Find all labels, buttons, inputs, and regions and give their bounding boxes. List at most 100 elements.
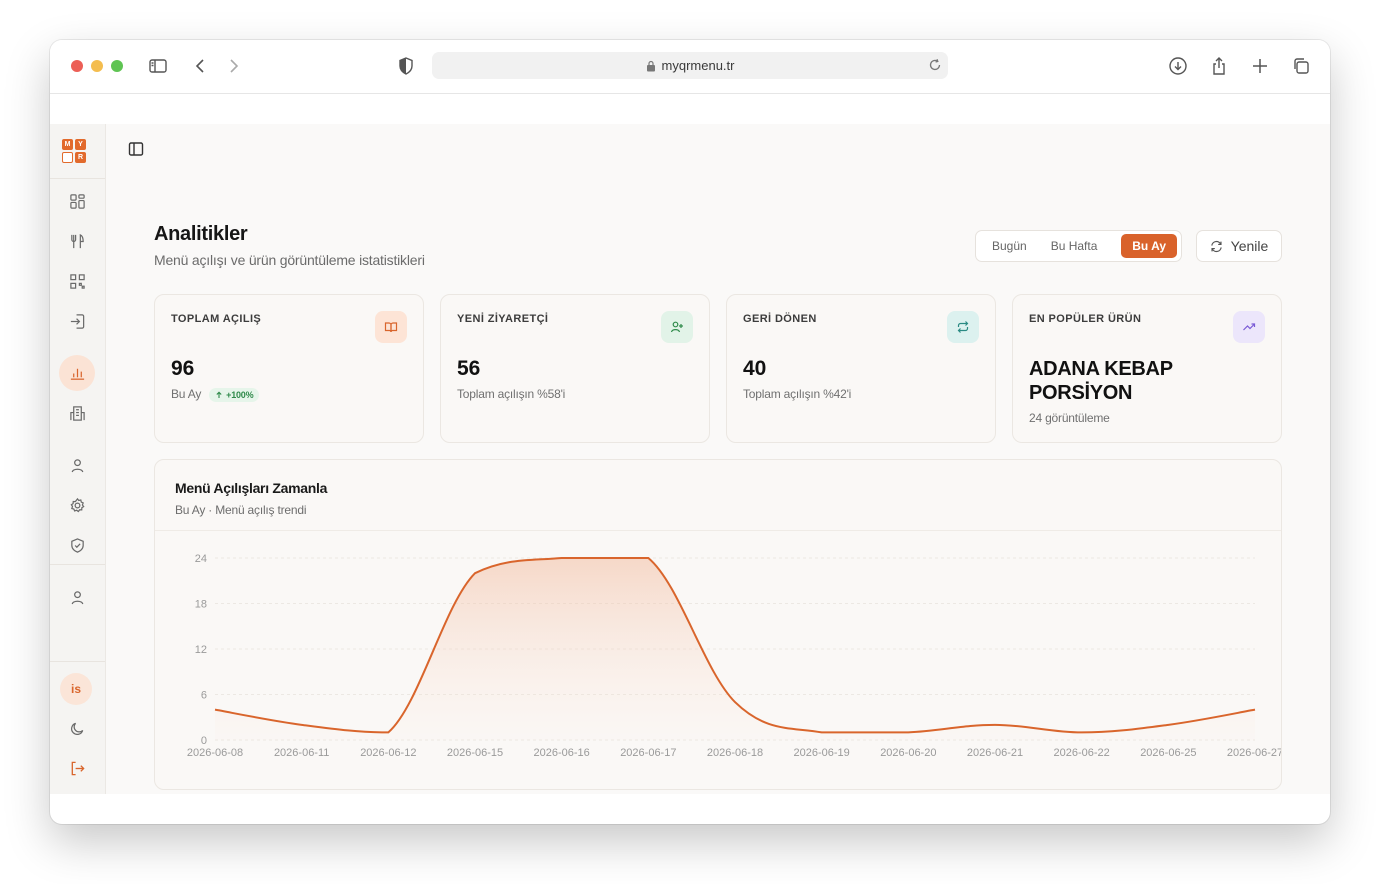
card-icon-box <box>375 311 407 343</box>
x-tick-label: 2026-06-12 <box>360 747 416 759</box>
sidebar-divider <box>50 564 105 565</box>
analytics-chart-icon <box>70 368 84 380</box>
sidebar-item-business[interactable] <box>59 395 95 431</box>
card-label: GERİ DÖNEN <box>743 313 817 325</box>
maximize-window-button[interactable] <box>111 60 123 72</box>
arrow-up-icon <box>216 391 222 398</box>
card-label: YENİ ZİYARETÇİ <box>457 313 549 325</box>
moon-icon <box>70 722 83 735</box>
sidebar-item-dashboard[interactable] <box>59 183 95 219</box>
tabs-overview-icon[interactable] <box>1291 56 1311 76</box>
sidebar-item-settings[interactable] <box>59 487 95 523</box>
chart-card: Menü Açılışları Zamanla Bu Ay · Menü açı… <box>154 459 1282 790</box>
collapse-sidebar-button[interactable] <box>127 140 145 158</box>
privacy-shield-icon[interactable] <box>396 56 416 76</box>
forward-icon[interactable] <box>223 56 243 76</box>
qr-code-icon <box>69 273 85 289</box>
dashboard-icon <box>69 193 85 209</box>
y-tick-label: 18 <box>195 599 207 611</box>
user-icon <box>71 458 83 472</box>
refresh-label: Yenile <box>1230 238 1269 254</box>
range-month-button[interactable]: Bu Ay <box>1121 234 1177 258</box>
close-window-button[interactable] <box>71 60 83 72</box>
download-icon[interactable] <box>1168 56 1188 76</box>
logout-button[interactable] <box>59 750 95 786</box>
sidebar-item-security[interactable] <box>59 527 95 563</box>
app-container: M Y R is Analitikler Menü açılışı ve ürü… <box>50 124 1330 794</box>
sidebar-toggle-icon[interactable] <box>148 56 168 76</box>
card-icon-box <box>661 311 693 343</box>
browser-window: myqrmenu.tr M Y R is Analitikler Menü aç… <box>50 40 1330 824</box>
logo-letter: R <box>75 152 86 163</box>
repeat-icon <box>957 321 969 333</box>
card-label: TOPLAM AÇILIŞ <box>171 313 262 325</box>
panel-left-icon <box>128 142 144 156</box>
logo[interactable]: M Y R <box>62 139 86 163</box>
chart-title: Menü Açılışları Zamanla <box>175 480 328 496</box>
page-subtitle: Menü açılışı ve ürün görüntüleme istatis… <box>154 252 425 268</box>
trending-up-icon <box>1243 323 1256 331</box>
x-tick-label: 2026-06-20 <box>880 747 936 759</box>
card-sub-label: Bu Ay <box>171 387 202 401</box>
card-icon-box <box>1233 311 1265 343</box>
sidebar-item-users[interactable] <box>59 447 95 483</box>
stat-card-total-opens: TOPLAM AÇILIŞ 96 Bu Ay +100% <box>154 294 424 443</box>
user-plus-icon <box>670 321 683 333</box>
chart-subtitle: Bu Ay · Menü açılış trendi <box>175 503 307 517</box>
refresh-button[interactable]: Yenile <box>1196 230 1282 262</box>
logo-letter <box>62 152 73 163</box>
theme-toggle[interactable] <box>59 710 95 746</box>
y-tick-label: 0 <box>201 735 207 747</box>
sidebar-item-import[interactable] <box>59 303 95 339</box>
profile-icon <box>71 590 83 604</box>
card-value: 40 <box>743 357 767 380</box>
new-tab-icon[interactable] <box>1250 56 1270 76</box>
sidebar-item-analytics[interactable] <box>59 355 95 391</box>
sidebar-item-profile[interactable] <box>59 579 95 615</box>
card-value: 96 <box>171 357 195 380</box>
lock-icon <box>646 60 655 71</box>
card-subtext: 24 görüntüleme <box>1029 411 1110 425</box>
book-open-icon <box>384 322 398 333</box>
card-label: EN POPÜLER ÜRÜN <box>1029 313 1142 325</box>
growth-badge: +100% <box>209 387 260 402</box>
x-tick-label: 2026-06-25 <box>1140 747 1196 759</box>
address-bar[interactable]: myqrmenu.tr <box>432 52 948 79</box>
sidebar-divider <box>50 661 105 662</box>
logout-icon <box>71 761 85 775</box>
x-tick-label: 2026-06-16 <box>534 747 590 759</box>
settings-gear-icon <box>70 497 85 512</box>
range-today-button[interactable]: Bugün <box>980 234 1039 258</box>
card-subtext: Bu Ay +100% <box>171 387 260 402</box>
badge-text: +100% <box>226 389 254 400</box>
x-tick-label: 2026-06-11 <box>274 747 329 759</box>
minimize-window-button[interactable] <box>91 60 103 72</box>
card-value: 56 <box>457 357 481 380</box>
page-title: Analitikler <box>154 223 248 245</box>
browser-toolbar: myqrmenu.tr <box>50 40 1330 94</box>
import-icon <box>70 313 84 329</box>
back-icon[interactable] <box>191 56 211 76</box>
range-week-button[interactable]: Bu Hafta <box>1039 234 1110 258</box>
x-tick-label: 2026-06-22 <box>1054 747 1110 759</box>
stat-card-top-product: EN POPÜLER ÜRÜN ADANA KEBAP PORSİYON 24 … <box>1012 294 1282 443</box>
reload-icon[interactable] <box>928 58 942 72</box>
menu-utensils-icon <box>70 233 84 248</box>
url-text: myqrmenu.tr <box>661 58 735 73</box>
stat-card-returning: GERİ DÖNEN 40 Toplam açılışın %42'i <box>726 294 996 443</box>
card-subtext: Toplam açılışın %42'i <box>743 387 852 401</box>
sidebar: M Y R is <box>50 124 106 794</box>
card-icon-box <box>947 311 979 343</box>
sidebar-item-menu[interactable] <box>59 223 95 259</box>
x-tick-label: 2026-06-27 <box>1227 747 1282 759</box>
share-icon[interactable] <box>1209 56 1229 76</box>
logo-letter: Y <box>75 139 86 150</box>
sidebar-item-qr[interactable] <box>59 263 95 299</box>
stat-card-new-visitors: YENİ ZİYARETÇİ 56 Toplam açılışın %58'i <box>440 294 710 443</box>
avatar[interactable]: is <box>60 673 92 705</box>
logo-letter: M <box>62 139 73 150</box>
x-tick-label: 2026-06-21 <box>967 747 1023 759</box>
x-tick-label: 2026-06-08 <box>187 747 243 759</box>
card-subtext: Toplam açılışın %58'i <box>457 387 566 401</box>
y-tick-label: 24 <box>195 553 207 565</box>
